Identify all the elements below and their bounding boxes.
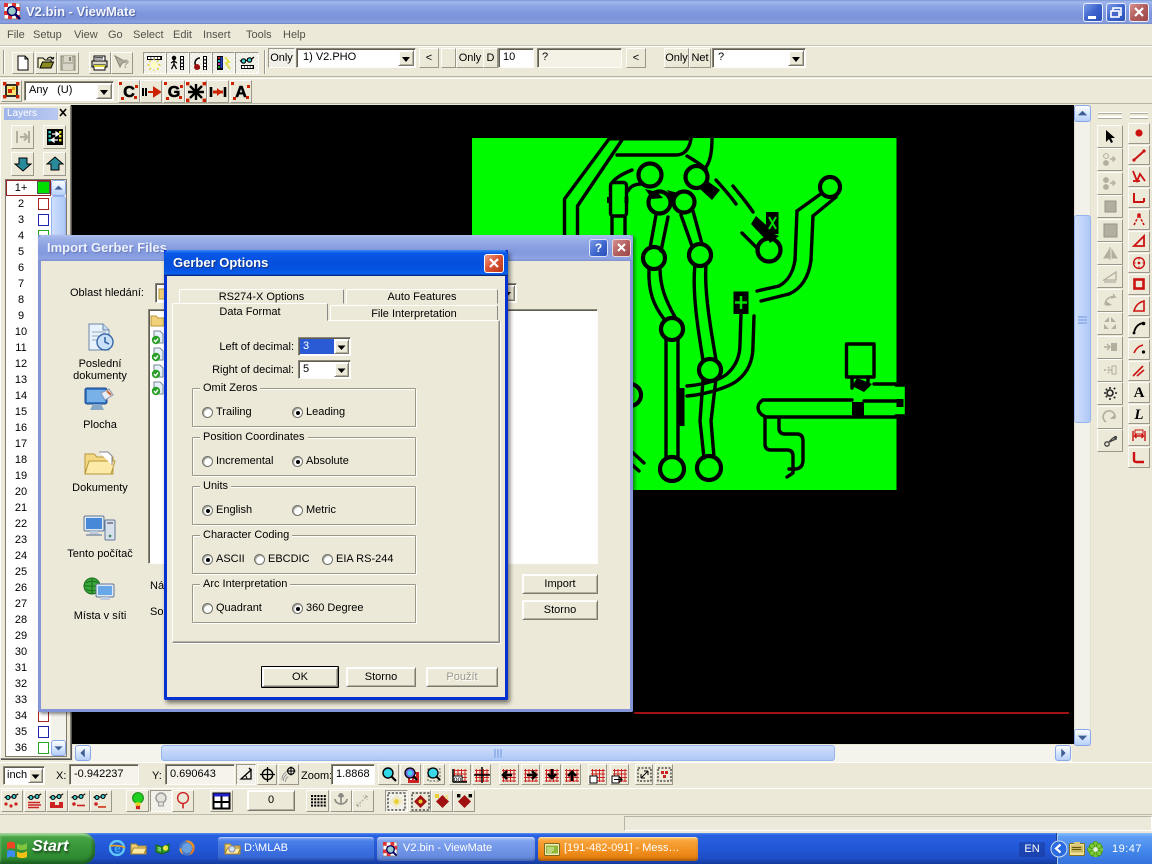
svg-text:e: e [114,842,121,856]
svg-text:s: s [445,794,449,801]
svg-text:G: G [167,84,179,101]
svg-text:L: L [1133,407,1143,422]
svg-text:A: A [235,84,247,101]
svg-text:C: C [123,84,135,101]
svg-text:?: ? [122,57,129,71]
svg-text:A: A [1134,385,1145,400]
